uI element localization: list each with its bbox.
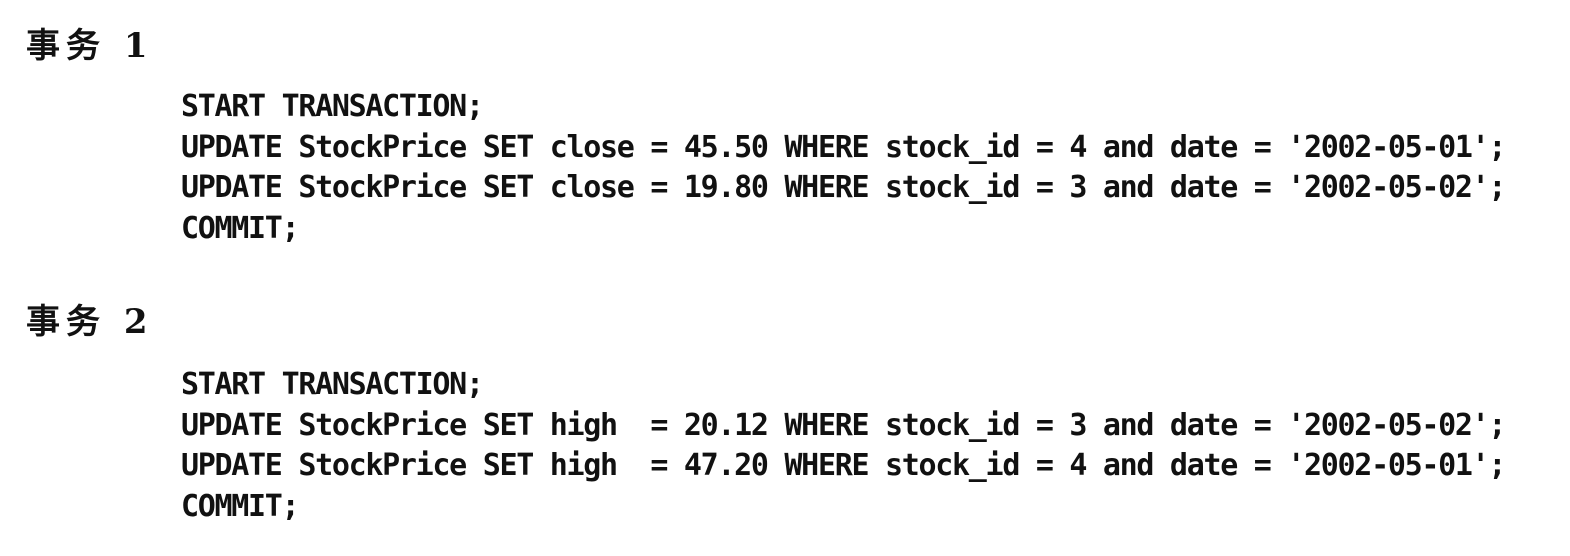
sql-line: UPDATE StockPrice SET close = 19.80 WHER… — [181, 170, 1506, 205]
transaction-2-sql-block: START TRANSACTION; UPDATE StockPrice SET … — [181, 365, 1506, 527]
sql-line: UPDATE StockPrice SET close = 45.50 WHER… — [181, 129, 1506, 165]
sql-line: UPDATE StockPrice SET high = 47.20 WHERE… — [181, 448, 1506, 483]
sql-line: COMMIT; — [181, 488, 300, 524]
sql-line: COMMIT; — [181, 210, 300, 246]
sql-line: UPDATE StockPrice SET high = 20.12 WHERE… — [181, 407, 1506, 443]
sql-line: START TRANSACTION; — [181, 89, 484, 124]
transaction-1-heading: 事务 1 — [26, 26, 154, 66]
transaction-1-sql-block: START TRANSACTION; UPDATE StockPrice SET … — [181, 87, 1506, 249]
sql-line: START TRANSACTION; — [181, 367, 484, 402]
transaction-2-heading: 事务 2 — [26, 302, 154, 342]
